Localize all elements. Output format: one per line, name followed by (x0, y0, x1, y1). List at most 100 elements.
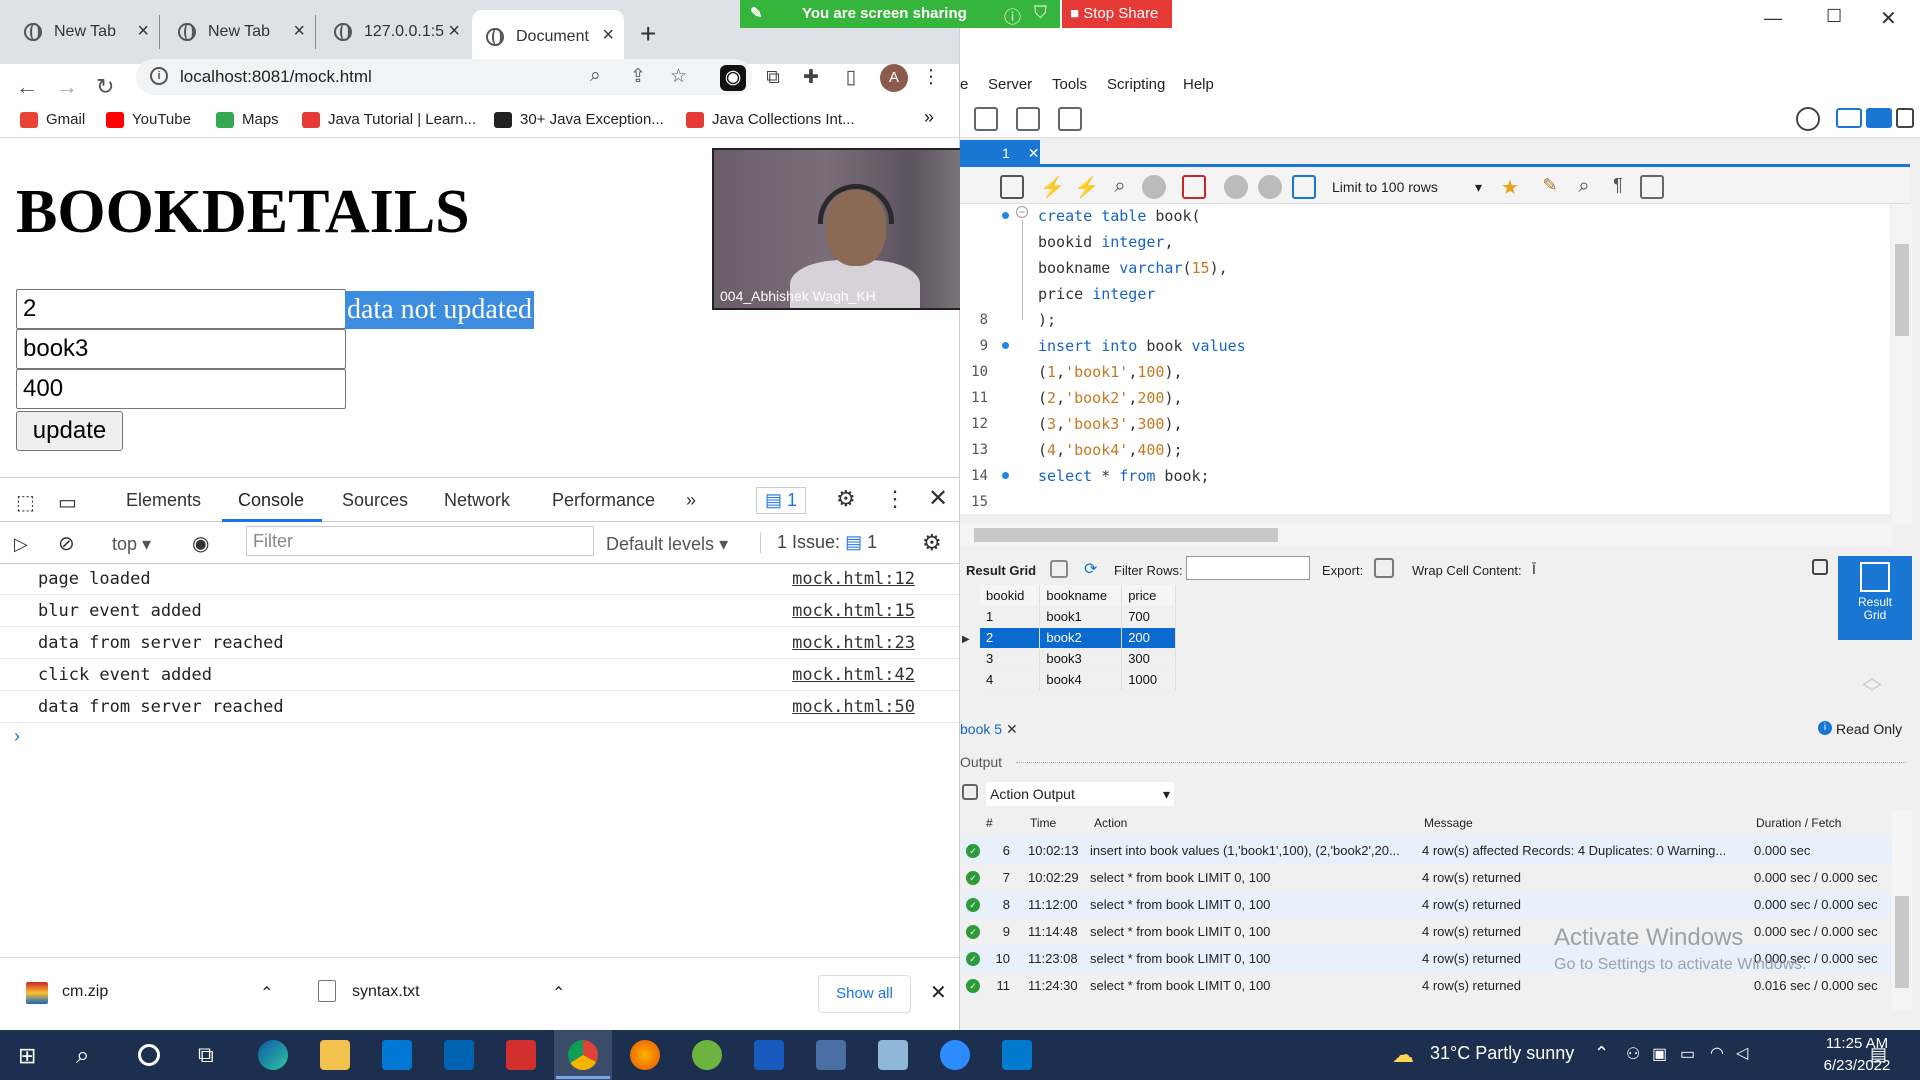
eye-icon[interactable]: ◉ (192, 531, 209, 556)
word-icon[interactable] (754, 1040, 784, 1070)
invisible-chars-icon[interactable]: ¶ (1606, 175, 1630, 199)
side-panel-icon[interactable]: ▯ (838, 65, 864, 91)
bookmark-gmail[interactable]: Gmail (20, 111, 85, 128)
device-toggle-icon[interactable]: ▭ (58, 490, 77, 515)
result-tab[interactable]: book 5 ✕ (960, 721, 1018, 738)
layout-right-icon[interactable] (1896, 108, 1914, 128)
refresh-icon[interactable]: ⟳ (1084, 559, 1097, 579)
close-tab-icon[interactable]: × (602, 24, 614, 47)
browser-tab-4-active[interactable]: Document × (472, 10, 624, 64)
tab-sources[interactable]: Sources (342, 490, 408, 511)
forward-icon[interactable]: → (56, 74, 78, 100)
stop-share-button[interactable]: ■ Stop Share (1062, 0, 1172, 28)
menu-item[interactable]: e (960, 76, 968, 93)
settings-gear-icon[interactable] (1796, 107, 1820, 131)
more-bookmarks-button[interactable]: » (924, 107, 934, 128)
console-filter-input[interactable]: Filter (246, 526, 594, 556)
log-levels-dropdown[interactable]: Default levels ▾ (606, 534, 728, 555)
filter-rows-input[interactable] (1186, 556, 1310, 580)
kebab-menu-icon[interactable]: ⋮ (884, 486, 906, 512)
search-icon[interactable]: ⌕ (76, 1042, 89, 1070)
layout-bottom-icon[interactable] (1866, 108, 1892, 128)
grid-icon[interactable] (1050, 560, 1068, 578)
spring-tool-icon[interactable] (692, 1040, 722, 1070)
back-icon[interactable]: ← (16, 74, 38, 100)
sidebar-toggle-icon[interactable]: ▷ (14, 534, 28, 555)
reload-icon[interactable]: ↻ (96, 74, 114, 100)
menu-scripting[interactable]: Scripting (1107, 76, 1165, 93)
close-window-icon[interactable]: ✕ (1880, 6, 1897, 31)
wrap-icon[interactable]: Ī (1532, 561, 1536, 577)
store-icon[interactable] (444, 1040, 474, 1070)
extension-icon[interactable]: ◉ (720, 65, 746, 91)
execute-current-icon[interactable]: ⚡ (1074, 175, 1099, 199)
rollback-icon[interactable] (1258, 175, 1282, 199)
tab-console[interactable]: Console (238, 490, 304, 511)
clear-console-icon[interactable]: ⊘ (58, 531, 75, 556)
notifications-icon[interactable]: ▤ (1870, 1044, 1887, 1065)
acrobat-icon[interactable] (506, 1040, 536, 1070)
wrap-lines-icon[interactable] (1640, 175, 1664, 199)
close-tab-icon[interactable]: × (293, 20, 305, 43)
layout-left-icon[interactable] (1836, 108, 1862, 128)
wifi-icon[interactable]: ◠ (1710, 1043, 1724, 1063)
source-link[interactable]: mock.html:50 (792, 691, 915, 723)
bookmark-maps[interactable]: Maps (216, 111, 279, 128)
menu-help[interactable]: Help (1183, 76, 1214, 93)
update-button[interactable]: update (16, 411, 123, 451)
close-tab-icon[interactable]: × (448, 20, 460, 43)
column-header[interactable]: bookname (1039, 585, 1123, 607)
chevron-up-icon[interactable]: ⌃ (1594, 1043, 1609, 1064)
close-tab-icon[interactable]: ✕ (1010, 145, 1040, 161)
output-row[interactable]: ✓ 11 11:24:30 select * from book LIMIT 0… (962, 972, 1892, 999)
zoom-icon[interactable]: ⌕ (590, 65, 601, 87)
chevron-up-icon[interactable]: ⌃ (260, 983, 273, 1003)
explain-icon[interactable]: ⌕ (1108, 175, 1132, 199)
bookmark-star-icon[interactable]: ☆ (670, 65, 687, 88)
download-item-cm-zip[interactable]: cm.zip (62, 983, 108, 1001)
maximize-icon[interactable]: ☐ (1826, 6, 1842, 27)
menu-server[interactable]: Server (988, 76, 1032, 93)
firefox-icon[interactable] (630, 1040, 660, 1070)
inspector-icon[interactable] (1016, 107, 1040, 131)
reconnect-icon[interactable] (1058, 107, 1082, 131)
info-icon[interactable]: ⓘ (1004, 3, 1021, 28)
table-row[interactable]: 3 book3 300 (980, 648, 1176, 670)
notepad-icon[interactable] (878, 1040, 908, 1070)
camera-icon[interactable]: ▣ (1652, 1044, 1667, 1064)
output-row[interactable]: ✓ 6 10:02:13 insert into book values (1,… (962, 837, 1892, 864)
table-row-selected[interactable]: 2 book2 200 (980, 627, 1176, 649)
toggle-panel-icon[interactable] (1812, 559, 1828, 575)
share-handle-icon[interactable]: ✎ (750, 4, 763, 22)
browser-tab-3[interactable]: 127.0.0.1:5 × (320, 15, 470, 49)
book-name-input[interactable]: book3 (16, 329, 346, 369)
bookmark-java-collections[interactable]: Java Collections Int... (686, 111, 855, 128)
menu-kebab-icon[interactable]: ⋮ (918, 65, 944, 91)
extension-icon[interactable]: ⧉ (760, 65, 786, 91)
console-prompt[interactable]: › (14, 726, 20, 747)
mysql-workbench-icon[interactable] (816, 1040, 846, 1070)
source-link[interactable]: mock.html:42 (792, 659, 915, 691)
participant-video[interactable]: 004_Abhishek Wagh_KH (712, 148, 996, 310)
share-icon[interactable]: ⇪ (630, 65, 646, 88)
close-downloads-icon[interactable]: ✕ (930, 980, 947, 1005)
battery-icon[interactable]: ▭ (1680, 1044, 1695, 1064)
edge-icon[interactable] (258, 1040, 288, 1070)
browser-tab-1[interactable]: New Tab × (10, 15, 160, 49)
menu-tools[interactable]: Tools (1052, 76, 1087, 93)
output-scrollbar[interactable] (1892, 810, 1912, 1010)
commit-icon[interactable] (1224, 175, 1248, 199)
column-header[interactable]: bookid (980, 585, 1041, 607)
output-row[interactable]: ✓ 8 11:12:00 select * from book LIMIT 0,… (962, 891, 1892, 918)
copy-icon[interactable] (962, 784, 978, 800)
puzzle-extensions-icon[interactable]: ✚ (798, 65, 824, 91)
profile-avatar[interactable]: A (880, 64, 908, 92)
more-tabs-button[interactable]: » (686, 490, 696, 511)
context-selector[interactable]: top ▾ (112, 534, 151, 555)
tab-performance[interactable]: Performance (552, 490, 655, 511)
mail-icon[interactable] (382, 1040, 412, 1070)
address-bar[interactable]: i localhost:8081/mock.html ⌕ ⇪ ☆ (136, 59, 752, 95)
output-row[interactable]: ✓ 7 10:02:29 select * from book LIMIT 0,… (962, 864, 1892, 891)
editor-vertical-scrollbar[interactable] (1892, 204, 1912, 524)
bookmark-java-exception[interactable]: 30+ Java Exception... (494, 111, 664, 128)
